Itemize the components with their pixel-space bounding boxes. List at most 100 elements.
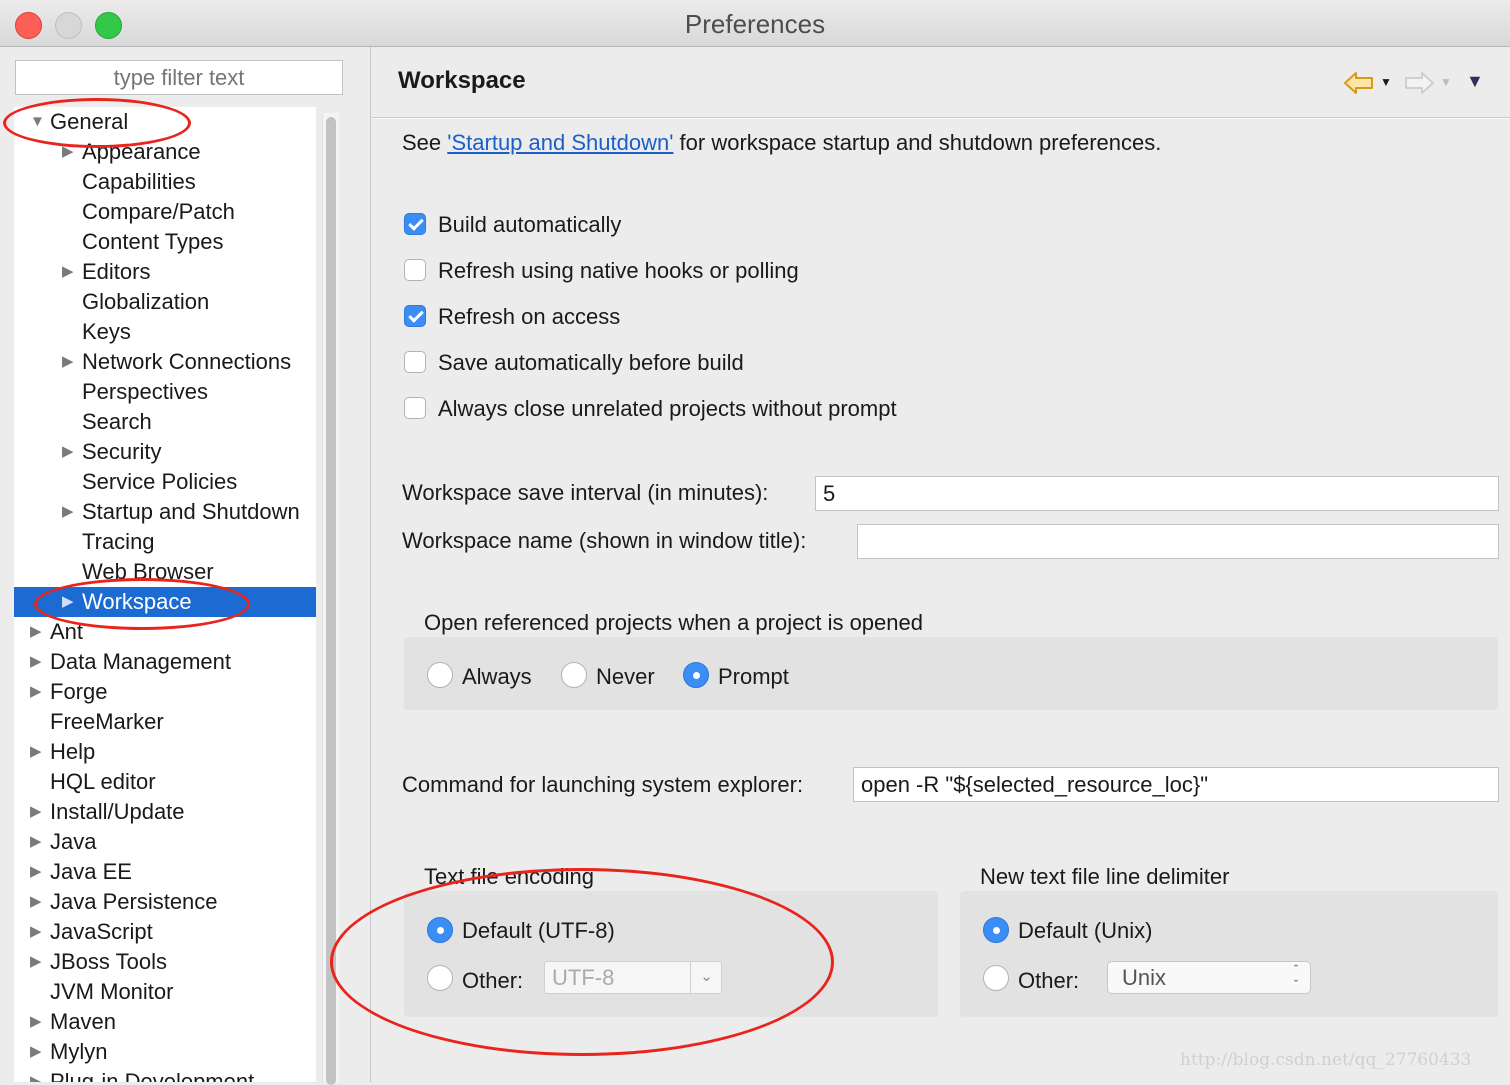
preferences-sidebar: ▼General▶AppearanceCapabilitiesCompare/P… — [0, 47, 371, 1085]
tree-item[interactable]: Perspectives — [14, 377, 316, 407]
workspace-name-input[interactable] — [857, 524, 1499, 559]
open-ref-always-label[interactable]: Always — [462, 664, 532, 690]
collapsed-twisty-icon[interactable]: ▶ — [30, 857, 44, 887]
tree-item[interactable]: ▶ Java Persistence — [14, 887, 316, 917]
collapsed-twisty-icon[interactable]: ▶ — [30, 617, 44, 647]
open-ref-prompt-label[interactable]: Prompt — [718, 664, 789, 690]
tree-item[interactable]: ▶ JBoss Tools — [14, 947, 316, 977]
checkbox-label[interactable]: Build automatically — [438, 212, 621, 238]
tree-item[interactable]: ▶ Network Connections — [14, 347, 316, 377]
collapsed-twisty-icon[interactable]: ▶ — [30, 737, 44, 767]
tree-item[interactable]: JVM Monitor — [14, 977, 316, 1007]
tree-item[interactable]: Search — [14, 407, 316, 437]
forward-history-dropdown-icon[interactable]: ▼ — [1440, 75, 1452, 89]
collapsed-twisty-icon[interactable]: ▶ — [30, 677, 44, 707]
tree-item[interactable]: FreeMarker — [14, 707, 316, 737]
tree-item[interactable]: ▶ Help — [14, 737, 316, 767]
collapsed-twisty-icon[interactable]: ▶ — [30, 947, 44, 977]
view-menu-icon[interactable]: ▼ — [1466, 71, 1484, 92]
checkbox[interactable] — [404, 351, 426, 373]
delimiter-other-radio[interactable] — [983, 965, 1009, 991]
delimiter-other-popup[interactable]: Unix ˆˇ — [1107, 961, 1311, 994]
tree-item[interactable]: ▶ Data Management — [14, 647, 316, 677]
encoding-other-radio[interactable] — [427, 965, 453, 991]
collapsed-twisty-icon[interactable]: ▶ — [30, 917, 44, 947]
tree-item[interactable]: HQL editor — [14, 767, 316, 797]
startup-shutdown-link[interactable]: 'Startup and Shutdown' — [447, 130, 673, 155]
collapsed-twisty-icon[interactable]: ▶ — [62, 587, 76, 617]
explorer-command-input[interactable]: open -R "${selected_resource_loc}" — [853, 767, 1499, 802]
checkbox[interactable] — [404, 397, 426, 419]
tree-item[interactable]: Globalization — [14, 287, 316, 317]
encoding-other-label[interactable]: Other: — [462, 968, 523, 994]
tree-item-label: General — [50, 109, 129, 134]
tree-item[interactable]: Service Policies — [14, 467, 316, 497]
collapsed-twisty-icon[interactable]: ▶ — [30, 887, 44, 917]
checkbox-label[interactable]: Always close unrelated projects without … — [438, 396, 897, 422]
delimiter-default-label[interactable]: Default (Unix) — [1018, 918, 1152, 944]
tree-scrollbar[interactable] — [322, 113, 339, 1085]
tree-item[interactable]: Web Browser — [14, 557, 316, 587]
tree-item[interactable]: Content Types — [14, 227, 316, 257]
collapsed-twisty-icon[interactable]: ▶ — [30, 827, 44, 857]
save-interval-input[interactable]: 5 — [815, 476, 1499, 511]
collapsed-twisty-icon[interactable]: ▶ — [62, 257, 76, 287]
forward-arrow-icon[interactable] — [1402, 69, 1436, 97]
tree-item[interactable]: Tracing — [14, 527, 316, 557]
tree-scrollbar-thumb[interactable] — [326, 117, 336, 1085]
back-history-dropdown-icon[interactable]: ▼ — [1380, 75, 1392, 89]
encoding-default-label[interactable]: Default (UTF-8) — [462, 918, 615, 944]
tree-item[interactable]: ▶ Startup and Shutdown — [14, 497, 316, 527]
collapsed-twisty-icon[interactable]: ▶ — [62, 437, 76, 467]
checkbox-label[interactable]: Save automatically before build — [438, 350, 744, 376]
checkbox[interactable] — [404, 213, 426, 235]
delimiter-other-label[interactable]: Other: — [1018, 968, 1079, 994]
chevron-down-icon[interactable]: ⌄ — [690, 961, 722, 994]
open-ref-prompt-radio[interactable] — [683, 662, 709, 688]
open-ref-never-radio[interactable] — [561, 662, 587, 688]
tree-item[interactable]: ▶ Ant — [14, 617, 316, 647]
back-arrow-icon[interactable] — [1342, 69, 1376, 97]
collapsed-twisty-icon[interactable]: ▶ — [30, 647, 44, 677]
tree-item-label: Workspace — [82, 589, 192, 614]
tree-item[interactable]: ▶ Editors — [14, 257, 316, 287]
delimiter-other-value: Unix — [1122, 965, 1167, 990]
checkbox[interactable] — [404, 259, 426, 281]
open-ref-never-label[interactable]: Never — [596, 664, 655, 690]
tree-item[interactable]: Capabilities — [14, 167, 316, 197]
collapsed-twisty-icon[interactable]: ▶ — [62, 347, 76, 377]
collapsed-twisty-icon[interactable]: ▶ — [62, 497, 76, 527]
delimiter-default-radio[interactable] — [983, 917, 1009, 943]
tree-item[interactable]: ▼ General — [14, 107, 316, 137]
filter-input[interactable] — [15, 60, 343, 95]
tree-item[interactable]: ▶ Mylyn — [14, 1037, 316, 1067]
tree-item[interactable]: Compare/Patch — [14, 197, 316, 227]
tree-item[interactable]: ▶ Workspace — [14, 587, 316, 617]
tree-item[interactable]: ▶ Java EE — [14, 857, 316, 887]
preference-page: Workspace ▼ ▼ ▼ See 'Startup and Shutdow… — [372, 47, 1510, 1082]
collapsed-twisty-icon[interactable]: ▶ — [30, 797, 44, 827]
encoding-default-radio[interactable] — [427, 917, 453, 943]
encoding-other-combo[interactable]: UTF-8 ⌄ — [544, 961, 722, 994]
tree-item-label: Web Browser — [82, 559, 214, 584]
collapsed-twisty-icon[interactable]: ▶ — [30, 1067, 44, 1082]
expanded-twisty-icon[interactable]: ▼ — [30, 107, 45, 137]
tree-item[interactable]: ▶ Forge — [14, 677, 316, 707]
tree-item[interactable]: ▶ Plug-in Development — [14, 1067, 316, 1082]
checkbox[interactable] — [404, 305, 426, 327]
tree-item-label: Service Policies — [82, 469, 238, 494]
tree-item[interactable]: ▶ Appearance — [14, 137, 316, 167]
tree-item[interactable]: ▶ JavaScript — [14, 917, 316, 947]
checkbox-label[interactable]: Refresh using native hooks or polling — [438, 258, 799, 284]
tree-item[interactable]: ▶ Maven — [14, 1007, 316, 1037]
collapsed-twisty-icon[interactable]: ▶ — [30, 1007, 44, 1037]
tree-item[interactable]: ▶ Install/Update — [14, 797, 316, 827]
checkbox-label[interactable]: Refresh on access — [438, 304, 620, 330]
collapsed-twisty-icon[interactable]: ▶ — [30, 1037, 44, 1067]
open-ref-always-radio[interactable] — [427, 662, 453, 688]
tree-item-label: Help — [50, 739, 96, 764]
collapsed-twisty-icon[interactable]: ▶ — [62, 137, 76, 167]
tree-item[interactable]: Keys — [14, 317, 316, 347]
tree-item[interactable]: ▶ Security — [14, 437, 316, 467]
tree-item[interactable]: ▶ Java — [14, 827, 316, 857]
